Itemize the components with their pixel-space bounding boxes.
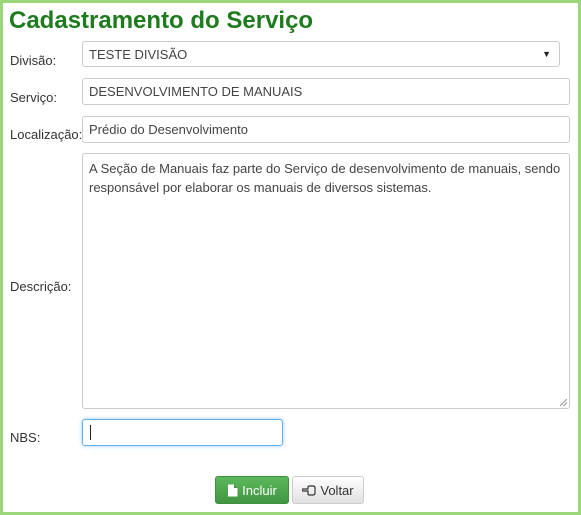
incluir-button[interactable]: Incluir <box>215 476 289 504</box>
divisao-select[interactable]: TESTE DIVISÃO ▼ <box>82 41 560 67</box>
servico-value: DESENVOLVIMENTO DE MANUAIS <box>89 84 303 99</box>
form-panel: Cadastramento do Serviço Divisão: TESTE … <box>0 0 581 515</box>
chevron-down-icon: ▼ <box>542 49 551 59</box>
incluir-label: Incluir <box>242 482 277 498</box>
voltar-button[interactable]: Voltar <box>292 476 364 504</box>
page-title: Cadastramento do Serviço <box>9 7 314 34</box>
divisao-selected-value: TESTE DIVISÃO <box>89 46 188 62</box>
descricao-value: A Seção de Manuais faz parte do Serviço … <box>89 161 561 195</box>
descricao-label: Descrição: <box>10 279 72 294</box>
document-icon <box>228 484 238 496</box>
localizacao-input[interactable]: Prédio do Desenvolvimento <box>82 116 570 143</box>
nbs-input[interactable] <box>82 419 283 446</box>
descricao-textarea[interactable]: A Seção de Manuais faz parte do Serviço … <box>82 153 570 409</box>
localizacao-label: Localização: <box>10 127 83 142</box>
hand-pointing-left-icon <box>302 484 316 496</box>
resize-handle-icon[interactable] <box>560 399 567 406</box>
servico-label: Serviço: <box>10 90 57 105</box>
nbs-label: NBS: <box>10 430 41 445</box>
text-cursor <box>90 425 91 440</box>
localizacao-value: Prédio do Desenvolvimento <box>89 122 248 137</box>
divisao-label: Divisão: <box>10 53 57 68</box>
voltar-label: Voltar <box>320 482 354 498</box>
servico-input[interactable]: DESENVOLVIMENTO DE MANUAIS <box>82 78 570 105</box>
